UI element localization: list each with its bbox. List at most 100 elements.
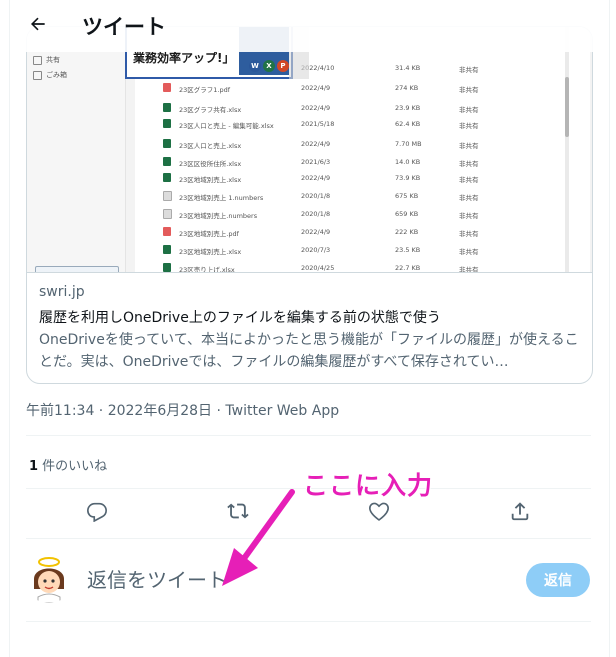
tweet-timestamp[interactable]: 午前11:34 · 2022年6月28日 · Twitter Web App xyxy=(26,400,339,420)
excel-file-icon xyxy=(163,119,171,128)
file-date: 2020/1/8 xyxy=(301,192,331,200)
file-name: 23区売り上げ.xlsx xyxy=(179,266,235,273)
file-size: 23.9 KB xyxy=(395,104,421,112)
file-share: 非共有 xyxy=(459,160,479,168)
file-name: 23区地域別売上.xlsx xyxy=(179,248,242,256)
excel-file-icon xyxy=(163,139,171,148)
card-description: OneDriveを使っていて、本当によかったと思う機能が「ファイルの履歴」が使え… xyxy=(39,332,579,370)
numbers-file-icon xyxy=(163,209,172,219)
file-size: 659 KB xyxy=(395,210,419,218)
file-name: 23区人口と売上 - 編集可能.xlsx xyxy=(179,122,274,130)
annotation-arrow xyxy=(222,489,295,586)
file-date: 2022/4/9 xyxy=(301,228,331,236)
explorer-sidebar: 共有 ごみ箱 xyxy=(27,27,126,272)
file-size: 7.70 MB xyxy=(395,140,422,148)
file-date: 2022/4/9 xyxy=(301,174,331,182)
file-name: 23区地域別売上.pdf xyxy=(179,230,239,238)
file-size: 222 KB xyxy=(395,228,419,236)
arrow-left-icon xyxy=(28,14,48,38)
share-button[interactable] xyxy=(505,498,535,528)
file-size: 62.4 KB xyxy=(395,120,421,128)
card-body: swri.jp 履歴を利用しOneDrive上のファイルを編集する前の状態で使う… xyxy=(27,273,592,383)
file-share: 非共有 xyxy=(459,142,479,150)
file-date: 2022/4/9 xyxy=(301,84,331,92)
file-row: 23区地域別売上.numbers 2020/1/8 659 KB 非共有 xyxy=(135,205,590,222)
file-row: 23区区役所住所.xlsx 2021/6/3 14.0 KB 非共有 xyxy=(135,153,590,170)
excel-file-icon xyxy=(163,245,171,254)
reply-action-button[interactable] xyxy=(82,498,112,528)
column-border-right xyxy=(609,0,610,657)
numbers-file-icon xyxy=(163,191,172,201)
reply-submit-button[interactable]: 返信 xyxy=(526,563,590,597)
office-badges: WXP xyxy=(249,60,289,72)
avatar[interactable] xyxy=(24,553,74,603)
file-row: 23区地域別売上 1.numbers 2020/1/8 675 KB 非共有 xyxy=(135,187,590,204)
file-date: 2020/4/25 xyxy=(301,264,335,272)
file-name: 23区地域別売上.numbers xyxy=(179,212,258,220)
file-size: 675 KB xyxy=(395,192,419,200)
back-button[interactable] xyxy=(20,8,56,44)
file-row: 23区人口と売上.xlsx 2022/4/9 7.70 MB 非共有 xyxy=(135,135,590,152)
file-date: 2021/5/18 xyxy=(301,120,335,128)
pdf-file-icon xyxy=(163,227,171,236)
file-size: 22.7 KB xyxy=(395,264,421,272)
excel-file-icon xyxy=(163,263,171,272)
trash-icon xyxy=(33,70,42,80)
file-name: 23区グラフ共有.xlsx xyxy=(179,106,242,114)
excel-file-icon xyxy=(163,103,171,112)
file-share: 非共有 xyxy=(459,248,479,256)
office-badge: W xyxy=(249,60,261,72)
file-name: 23区区役所住所.xlsx xyxy=(179,160,242,168)
page-title: ツイート xyxy=(82,15,166,39)
file-row: 23区地域別売上.xlsx 2022/4/9 73.9 KB 非共有 xyxy=(135,169,590,186)
file-row: 23区売り上げ.xlsx 2020/4/25 22.7 KB 非共有 xyxy=(135,259,590,273)
likes-count[interactable]: 1 件のいいね xyxy=(29,455,107,474)
file-date: 2022/4/9 xyxy=(301,104,331,112)
file-size: 274 KB xyxy=(395,84,419,92)
column-border-left xyxy=(9,0,10,657)
file-name: 23区地域別売上.xlsx xyxy=(179,176,242,184)
file-share: 非共有 xyxy=(459,106,479,114)
file-share: 非共有 xyxy=(459,86,479,94)
file-date: 2020/1/8 xyxy=(301,210,331,218)
file-share: 非共有 xyxy=(459,266,479,273)
scrollbar-track xyxy=(565,27,569,272)
divider xyxy=(26,621,591,622)
office-badge: X xyxy=(263,60,275,72)
file-share: 非共有 xyxy=(459,212,479,220)
file-row: 23区グラフ共有.xlsx 2022/4/9 23.9 KB 非共有 xyxy=(135,99,590,116)
page-header: ツイート xyxy=(10,0,609,52)
scrollbar-thumb xyxy=(565,77,569,137)
file-size: 14.0 KB xyxy=(395,158,421,166)
like-button[interactable] xyxy=(364,498,394,528)
file-share: 非共有 xyxy=(459,230,479,238)
file-share: 非共有 xyxy=(459,66,479,74)
link-card[interactable]: 共有 ごみ箱 2022/4/10 31.4 KB 非共有 23区グラフ1.pdf 202… xyxy=(26,26,593,384)
file-size: 31.4 KB xyxy=(395,64,421,72)
file-name: 23区グラフ1.pdf xyxy=(179,86,231,94)
heart-icon xyxy=(368,500,390,526)
likes-label: 件のいいね xyxy=(38,459,108,474)
file-row: 23区地域別売上.pdf 2022/4/9 222 KB 非共有 xyxy=(135,223,590,240)
file-size: 23.5 KB xyxy=(395,246,421,254)
file-name: 23区地域別売上 1.numbers xyxy=(179,194,264,202)
divider xyxy=(26,435,591,436)
card-image: 共有 ごみ箱 2022/4/10 31.4 KB 非共有 23区グラフ1.pdf 202… xyxy=(27,27,592,273)
sidebar-item-trash: ごみ箱 xyxy=(33,70,67,80)
share-folder-icon xyxy=(33,55,42,65)
file-date: 2020/7/3 xyxy=(301,246,331,254)
reply-icon xyxy=(86,500,108,526)
file-row: 23区地域別売上.xlsx 2020/7/3 23.5 KB 非共有 xyxy=(135,241,590,258)
excel-file-icon xyxy=(163,173,171,182)
file-date: 2021/6/3 xyxy=(301,158,331,166)
file-size: 73.9 KB xyxy=(395,174,421,182)
file-share: 非共有 xyxy=(459,176,479,184)
annotation-label: ここに入力 xyxy=(303,471,434,500)
card-domain: swri.jp xyxy=(39,284,85,300)
file-row: 23区グラフ1.pdf 2022/4/9 274 KB 非共有 xyxy=(135,79,590,96)
card-title: 履歴を利用しOneDrive上のファイルを編集する前の状態で使う xyxy=(39,310,441,326)
sidebar-item-share: 共有 xyxy=(33,55,60,65)
sidebar-box xyxy=(35,266,119,272)
file-date: 2022/4/9 xyxy=(301,140,331,148)
file-share: 非共有 xyxy=(459,122,479,130)
